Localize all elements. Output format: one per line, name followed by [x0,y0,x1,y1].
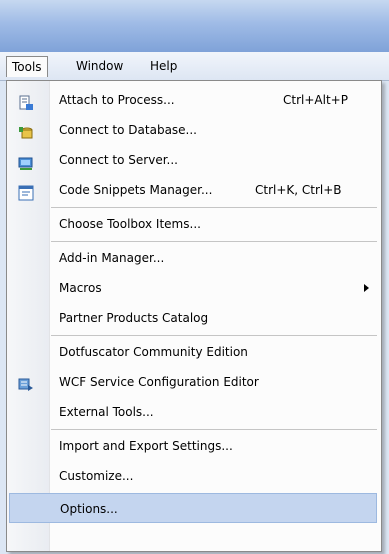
menu-item-label: Import and Export Settings... [59,439,233,453]
menu-item-label: Connect to Server... [59,153,178,167]
menu-item-dotfuscator[interactable]: Dotfuscator Community Edition [7,337,381,367]
menu-item-import-export-settings[interactable]: Import and Export Settings... [7,431,381,461]
menu-item-shortcut: Ctrl+K, Ctrl+B [255,183,342,197]
menu-item-label: Macros [59,281,102,295]
window-titlebar [0,0,389,52]
snippets-icon [18,182,34,201]
menu-item-label: Customize... [59,469,134,483]
menu-item-label: Add-in Manager... [59,251,165,265]
menu-item-shortcut: Ctrl+Alt+P [283,93,348,107]
attach-process-icon [18,92,34,110]
menu-separator [51,429,377,430]
menu-item-wcf-service-configuration-editor[interactable]: WCF Service Configuration Editor [7,367,381,397]
menu-item-label: Choose Toolbox Items... [59,217,201,231]
menu-item-label: Connect to Database... [59,123,197,137]
menu-separator [51,241,377,242]
menu-item-label: Options... [60,502,118,516]
menu-separator [51,207,377,208]
menu-item-attach-to-process[interactable]: Attach to Process... Ctrl+Alt+P [7,85,381,115]
menu-tools[interactable]: Tools [6,56,48,77]
wcf-editor-icon [18,374,34,391]
server-connect-icon [18,152,34,170]
menu-item-label: Attach to Process... [59,93,175,107]
menu-bar: Tools Window Help [0,52,389,81]
menu-item-code-snippets-manager[interactable]: Code Snippets Manager... Ctrl+K, Ctrl+B [7,175,381,205]
menu-separator [51,335,377,336]
menu-item-label: Dotfuscator Community Edition [59,345,248,359]
menu-item-label: Code Snippets Manager... [59,183,213,197]
menu-item-connect-to-server[interactable]: Connect to Server... [7,145,381,175]
menu-item-macros[interactable]: Macros [7,273,381,303]
submenu-arrow-icon [364,284,369,292]
menu-item-label: Partner Products Catalog [59,311,209,325]
menu-item-external-tools[interactable]: External Tools... [7,397,381,427]
menu-window[interactable]: Window [72,57,127,75]
menu-item-label: External Tools... [59,405,154,419]
menu-item-options[interactable]: Options... [9,493,377,523]
menu-item-customize[interactable]: Customize... [7,461,381,491]
menu-help[interactable]: Help [146,57,181,75]
menu-item-add-in-manager[interactable]: Add-in Manager... [7,243,381,273]
tools-dropdown-menu: Attach to Process... Ctrl+Alt+P Connect … [6,80,382,552]
menu-item-label: WCF Service Configuration Editor [59,375,259,389]
database-plug-icon [18,122,34,139]
menu-item-partner-products-catalog[interactable]: Partner Products Catalog [7,303,381,333]
menu-item-connect-to-database[interactable]: Connect to Database... [7,115,381,145]
menu-item-choose-toolbox-items[interactable]: Choose Toolbox Items... [7,209,381,239]
